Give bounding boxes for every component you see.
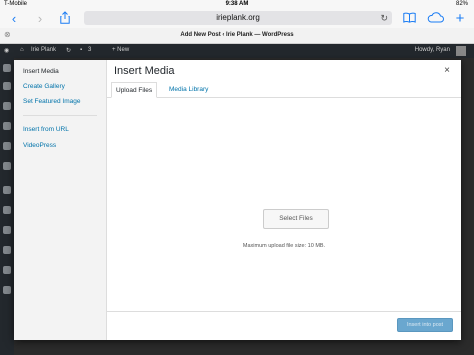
battery-level: 82% [455,1,468,7]
tab-media-library[interactable]: Media Library [165,82,212,98]
menu-videopress[interactable]: VideoPress [23,142,56,149]
url-text: irieplank.org [216,13,260,22]
jetpack-icon[interactable] [3,82,11,90]
close-icon[interactable]: × [441,65,453,76]
dashboard-icon[interactable] [3,64,11,72]
comments-menu-icon[interactable] [3,162,11,170]
tab-title[interactable]: Add New Post ‹ Irie Plank — WordPress [0,32,474,38]
insert-media-modal: Insert Media Create Gallery Set Featured… [14,60,461,340]
posts-icon[interactable] [3,102,11,110]
modal-title: Insert Media [114,65,175,77]
users-icon[interactable] [3,226,11,234]
bookmarks-icon[interactable] [402,11,416,26]
tools-icon[interactable] [3,246,11,254]
browser-toolbar: ‹ › irieplank.org ↻ + [0,9,474,28]
wp-admin-sidebar [0,58,14,355]
back-icon[interactable]: ‹ [8,11,20,26]
home-icon: ⌂ [20,47,24,53]
howdy-user[interactable]: Howdy, Ryan [415,47,450,53]
max-upload-size-note: Maximum upload file size: 10 MB. [242,243,326,249]
updates-icon[interactable]: ↻ [66,47,71,54]
settings-icon[interactable] [3,266,11,274]
comments-icon[interactable]: ▪ [80,47,82,53]
media-frame-menu: Insert Media Create Gallery Set Featured… [14,60,107,340]
media-icon[interactable] [3,122,11,130]
appearance-icon[interactable] [3,186,11,194]
browser-tab-bar: ⊗ Add New Post ‹ Irie Plank — WordPress [0,28,474,44]
comments-count[interactable]: 3 [88,47,91,53]
menu-separator [23,115,97,116]
tab-upload-files[interactable]: Upload Files [111,82,158,98]
reload-icon[interactable]: ↻ [380,11,388,25]
select-files-button[interactable]: Select Files [263,209,329,229]
wp-admin-bar: ◉ ⌂ Irie Plank ↻ ▪ 3 + New Howdy, Ryan [0,44,474,58]
menu-set-featured-image[interactable]: Set Featured Image [23,98,80,105]
menu-insert-media[interactable]: Insert Media [23,68,59,75]
clock: 9:38 AM [225,1,249,7]
pages-icon[interactable] [3,142,11,150]
upload-drop-zone[interactable]: Select Files Maximum upload file size: 1… [107,98,461,310]
media-toolbar: Insert into post [107,311,461,340]
avatar[interactable] [456,46,466,56]
new-content-link[interactable]: + New [112,47,129,53]
insert-into-post-button[interactable]: Insert into post [397,318,453,332]
share-icon[interactable] [58,11,72,26]
forward-icon[interactable]: › [34,11,46,26]
collapse-menu-icon[interactable] [3,286,11,294]
address-bar[interactable]: irieplank.org ↻ [84,11,392,25]
menu-insert-from-url[interactable]: Insert from URL [23,126,69,133]
ios-status-bar: T-Mobile 9:38 AM 82% [0,0,474,9]
plugins-icon[interactable] [3,206,11,214]
wp-logo-icon[interactable]: ◉ [4,47,9,54]
media-router: Upload Files Media Library [107,82,461,98]
site-name-link[interactable]: Irie Plank [31,47,56,53]
new-tab-icon[interactable]: + [453,11,467,26]
menu-create-gallery[interactable]: Create Gallery [23,83,65,90]
icloud-tabs-icon[interactable] [426,11,444,26]
